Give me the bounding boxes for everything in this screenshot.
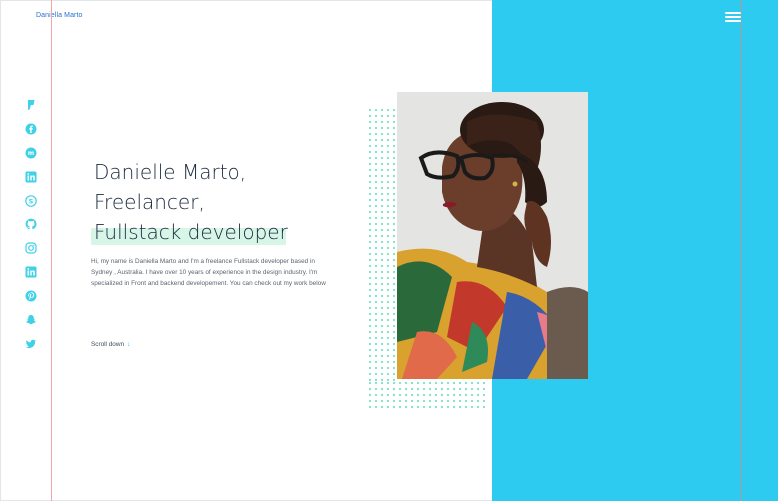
social-links: m S (25, 99, 39, 362)
pinterest-icon[interactable] (25, 290, 37, 302)
arrow-down-icon: ↓ (127, 341, 131, 348)
scroll-down-label: Scroll down (91, 341, 125, 348)
scroll-down-link[interactable]: Scroll down ↓ (91, 341, 131, 348)
facebook-icon[interactable] (25, 123, 37, 135)
instagram-icon[interactable] (25, 242, 37, 254)
hero-intro: Hi, my name is Daniella Marto and I'm a … (91, 258, 326, 287)
meetup-icon[interactable]: m (25, 147, 37, 159)
profile-photo (397, 92, 588, 379)
github-icon[interactable] (25, 218, 37, 230)
dot-pattern-horizontal (367, 380, 489, 408)
svg-text:S: S (29, 197, 34, 205)
linkedin-icon[interactable] (25, 171, 37, 183)
left-divider (51, 0, 52, 501)
brand-logo[interactable]: Daniella Marto (36, 12, 83, 19)
hero-title-specialty: Fullstack developer (94, 220, 288, 244)
hero-title-role: Freelancer, (94, 190, 205, 214)
right-divider (740, 0, 741, 501)
hero-title-name: Danielle Marto, (94, 160, 247, 184)
foursquare-icon[interactable] (25, 99, 37, 111)
snapchat-icon[interactable] (25, 314, 37, 326)
skype-icon[interactable]: S (25, 194, 37, 207)
hero-title: Danielle Marto, Freelancer, Fullstack de… (94, 157, 354, 247)
twitter-icon[interactable] (25, 338, 37, 350)
hamburger-menu-icon[interactable] (725, 12, 741, 24)
dot-pattern-vertical (367, 107, 395, 384)
svg-text:m: m (28, 150, 34, 157)
linkedin-alt-icon[interactable] (25, 266, 37, 278)
